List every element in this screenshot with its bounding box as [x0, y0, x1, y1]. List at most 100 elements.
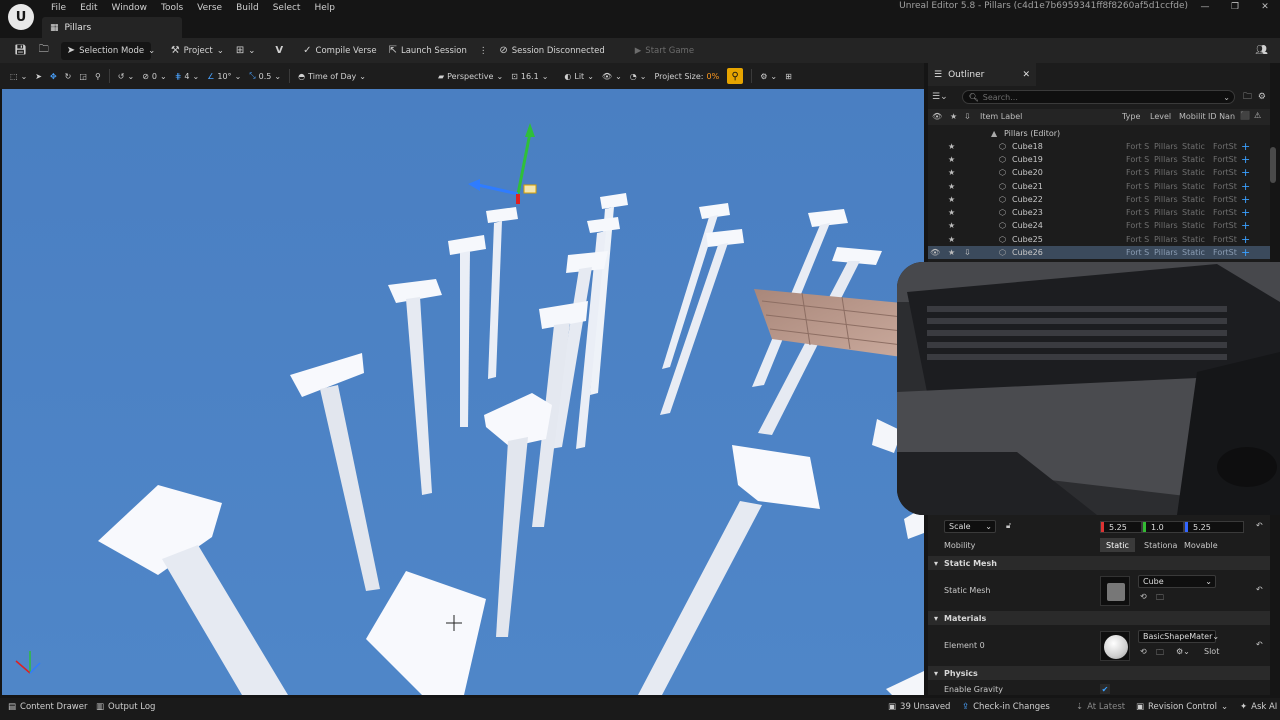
add-icon[interactable]: +: [1241, 233, 1250, 246]
mobility-static-option[interactable]: Static: [1100, 538, 1135, 552]
outliner-tab[interactable]: ☰ Outliner ✕: [928, 63, 1036, 86]
eye-icon[interactable]: 👁︎: [932, 112, 942, 121]
column-type[interactable]: Type: [1122, 112, 1140, 121]
show-dropdown[interactable]: 👁︎ ⌄: [598, 67, 626, 85]
menu-select[interactable]: Select: [266, 3, 308, 13]
static-mesh-section[interactable]: ▾ Static Mesh: [928, 556, 1270, 570]
mobility-stationary-option[interactable]: Stationa: [1138, 538, 1183, 552]
column-mobility[interactable]: Mobilit: [1179, 112, 1206, 121]
add-icon[interactable]: +: [1241, 140, 1250, 153]
transform-mode-dropdown[interactable]: ⬚ ⌄: [6, 67, 31, 85]
star-icon[interactable]: ★: [948, 155, 955, 164]
star-icon[interactable]: ★: [948, 168, 955, 177]
compile-verse-button[interactable]: ✓ Compile Verse: [297, 42, 382, 60]
content-browser-button[interactable]: 🗀: [33, 42, 55, 60]
maximize-icon[interactable]: ❐: [1220, 2, 1250, 12]
star-icon[interactable]: ★: [948, 248, 955, 257]
perspective-dropdown[interactable]: ▰ Perspective ⌄: [434, 67, 507, 85]
unreal-logo-icon[interactable]: U: [8, 4, 34, 30]
close-icon[interactable]: ✕: [1022, 70, 1030, 80]
move-tool-button[interactable]: ✥: [46, 67, 61, 85]
start-game-button[interactable]: ▶ Start Game: [629, 42, 700, 60]
scale-dropdown[interactable]: Scale ⌄: [944, 520, 996, 533]
menu-edit[interactable]: Edit: [73, 3, 104, 13]
star-icon[interactable]: ★: [948, 208, 955, 217]
lock-icon[interactable]: 🔓︎: [1006, 521, 1011, 531]
realtime-dropdown[interactable]: ◔ ⌄: [626, 67, 651, 85]
static-mesh-combo[interactable]: Cube ⌄: [1138, 575, 1216, 588]
grid-snap-dropdown[interactable]: ⋕ 4 ⌄: [171, 67, 204, 85]
reset-icon[interactable]: ↶: [1256, 640, 1263, 649]
add-actor-button[interactable]: ⊞ ⌄: [230, 42, 262, 60]
viewport-settings-button[interactable]: ⚙ ⌄: [756, 67, 781, 85]
outliner-row[interactable]: ★ ⬡ Cube22 Fort S Pillars Static FortSt +: [928, 193, 1270, 206]
menu-file[interactable]: File: [44, 3, 73, 13]
settings-icon[interactable]: ⚙: [1258, 92, 1266, 102]
add-icon[interactable]: +: [1241, 206, 1250, 219]
star-icon[interactable]: ★: [948, 182, 955, 191]
save-button[interactable]: 💾︎: [8, 42, 33, 60]
select-tool-button[interactable]: ➤: [31, 67, 46, 85]
star-icon[interactable]: ★: [950, 112, 957, 121]
outliner-row[interactable]: ★ ⬡ Cube25 Fort S Pillars Static FortSt +: [928, 233, 1270, 246]
filter-icon[interactable]: ☰⌄: [932, 92, 948, 102]
add-folder-icon[interactable]: 🗀: [1243, 89, 1252, 105]
rotate-tool-button[interactable]: ↻: [61, 67, 76, 85]
mobility-movable-option[interactable]: Movable: [1178, 538, 1224, 552]
coordinate-space-button[interactable]: ⚲: [91, 67, 105, 85]
column-id-name[interactable]: ID Nan: [1208, 112, 1235, 121]
verse-button[interactable]: V: [269, 42, 289, 60]
tab-pillars[interactable]: ▦ Pillars: [42, 17, 182, 38]
add-icon[interactable]: +: [1241, 153, 1250, 166]
revision-control-button[interactable]: ▣ Revision Control ⌄: [1136, 702, 1228, 712]
time-of-day-dropdown[interactable]: ◓ Time of Day ⌄: [294, 67, 370, 85]
outliner-row[interactable]: ★ ⬡ Cube20 Fort S Pillars Static FortSt +: [928, 166, 1270, 179]
launch-session-button[interactable]: ⇱ Launch Session: [383, 42, 473, 60]
minimize-icon[interactable]: —: [1190, 2, 1220, 12]
check-in-changes-button[interactable]: ⇪ Check-in Changes: [962, 702, 1050, 712]
reset-icon[interactable]: ↶: [1256, 521, 1263, 530]
angle-snap-dropdown[interactable]: ∠ 10° ⌄: [203, 67, 245, 85]
add-icon[interactable]: +: [1241, 246, 1250, 259]
lit-dropdown[interactable]: ◐ Lit ⌄: [560, 67, 598, 85]
fov-dropdown[interactable]: ⊡ 16.1 ⌄: [507, 67, 552, 85]
session-status[interactable]: ⊘ Session Disconnected: [493, 42, 610, 60]
more-options-button[interactable]: ⋮: [473, 42, 494, 60]
outliner-row[interactable]: ★ ⬡ Cube21 Fort S Pillars Static FortSt +: [928, 179, 1270, 193]
use-selected-icon[interactable]: 🗀: [1156, 647, 1164, 661]
outliner-row[interactable]: ★ ⬡ Cube24 Fort S Pillars Static FortSt +: [928, 219, 1270, 232]
add-icon[interactable]: +: [1241, 193, 1250, 206]
snapping-toggle[interactable]: ⚲: [723, 67, 747, 85]
gravity-checkbox[interactable]: ✔: [1100, 684, 1110, 694]
materials-section[interactable]: ▾ Materials: [928, 611, 1270, 625]
selection-mode-button[interactable]: ➤ Selection Mode ⌄: [60, 41, 155, 60]
collaborators-button[interactable]: 👥︎: [1249, 42, 1274, 60]
outliner-root-row[interactable]: ▲ Pillars (Editor): [928, 127, 1270, 140]
search-input[interactable]: 🔍︎ Search... ⌄: [961, 90, 1235, 104]
material-thumbnail[interactable]: [1100, 631, 1130, 661]
menu-help[interactable]: Help: [307, 3, 342, 13]
outliner-scrollbar[interactable]: [1270, 147, 1276, 183]
content-drawer-button[interactable]: ▤ Content Drawer: [8, 702, 87, 712]
physics-section[interactable]: ▾ Physics: [928, 666, 1270, 680]
output-log-button[interactable]: ▥ Output Log: [96, 702, 155, 712]
material-combo[interactable]: BasicShapeMater ⌄: [1138, 630, 1219, 643]
outliner-row[interactable]: ★ ⬡ Cube19 Fort S Pillars Static FortSt +: [928, 153, 1270, 166]
browse-icon[interactable]: ⟲: [1140, 592, 1147, 601]
menu-tools[interactable]: Tools: [154, 3, 190, 13]
add-icon[interactable]: +: [1241, 180, 1250, 193]
scale-y-field[interactable]: 1.0: [1142, 521, 1184, 533]
outliner-row[interactable]: ★ ⬡ Cube18 Fort S Pillars Static FortSt +: [928, 140, 1270, 153]
pin-icon[interactable]: ⇩: [964, 248, 971, 257]
surface-snap-button[interactable]: ↺ ⌄: [114, 67, 138, 85]
viewport-layout-button[interactable]: ⊞: [781, 67, 796, 85]
star-icon[interactable]: ★: [948, 221, 955, 230]
add-icon[interactable]: +: [1241, 219, 1250, 232]
rotation-snap-dropdown[interactable]: ⊘ 0 ⌄: [138, 67, 171, 85]
scale-tool-button[interactable]: ◲: [75, 67, 91, 85]
level-viewport[interactable]: [2, 89, 924, 695]
menu-window[interactable]: Window: [105, 3, 155, 13]
scale-x-field[interactable]: 5.25: [1100, 521, 1142, 533]
star-icon[interactable]: ★: [948, 142, 955, 151]
menu-verse[interactable]: Verse: [190, 3, 229, 13]
